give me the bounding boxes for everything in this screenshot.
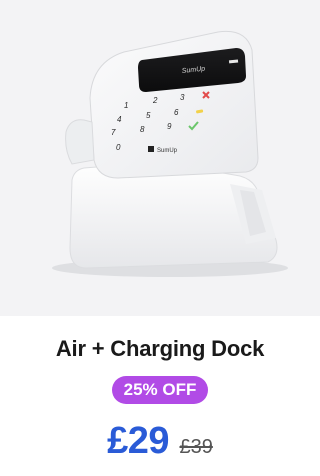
badge-container: 25% OFF xyxy=(0,376,320,404)
price-row: £29 £39 xyxy=(0,420,320,463)
reader-side xyxy=(65,119,95,165)
key-9: 9 xyxy=(167,122,172,131)
current-price: £29 xyxy=(107,420,170,462)
original-price: £39 xyxy=(179,436,213,458)
product-card[interactable]: SumUp 1 2 3 4 5 6 7 8 9 0 SumUp Air + Ch… xyxy=(0,0,320,476)
key-4: 4 xyxy=(117,115,122,124)
key-0: 0 xyxy=(116,143,121,152)
discount-badge: 25% OFF xyxy=(111,376,209,404)
product-title[interactable]: Air + Charging Dock xyxy=(0,336,320,362)
card-reader-image: SumUp 1 2 3 4 5 6 7 8 9 0 SumUp xyxy=(52,30,288,277)
key-8: 8 xyxy=(140,125,145,134)
key-5: 5 xyxy=(146,111,151,120)
key-1: 1 xyxy=(124,101,128,110)
key-6: 6 xyxy=(174,108,179,117)
device-brand-text: SumUp xyxy=(157,148,178,154)
key-3: 3 xyxy=(180,93,185,102)
key-7: 7 xyxy=(111,128,116,137)
sumup-logo-icon xyxy=(148,146,154,152)
key-2: 2 xyxy=(152,96,158,105)
product-image-panel: SumUp 1 2 3 4 5 6 7 8 9 0 SumUp xyxy=(0,0,320,316)
